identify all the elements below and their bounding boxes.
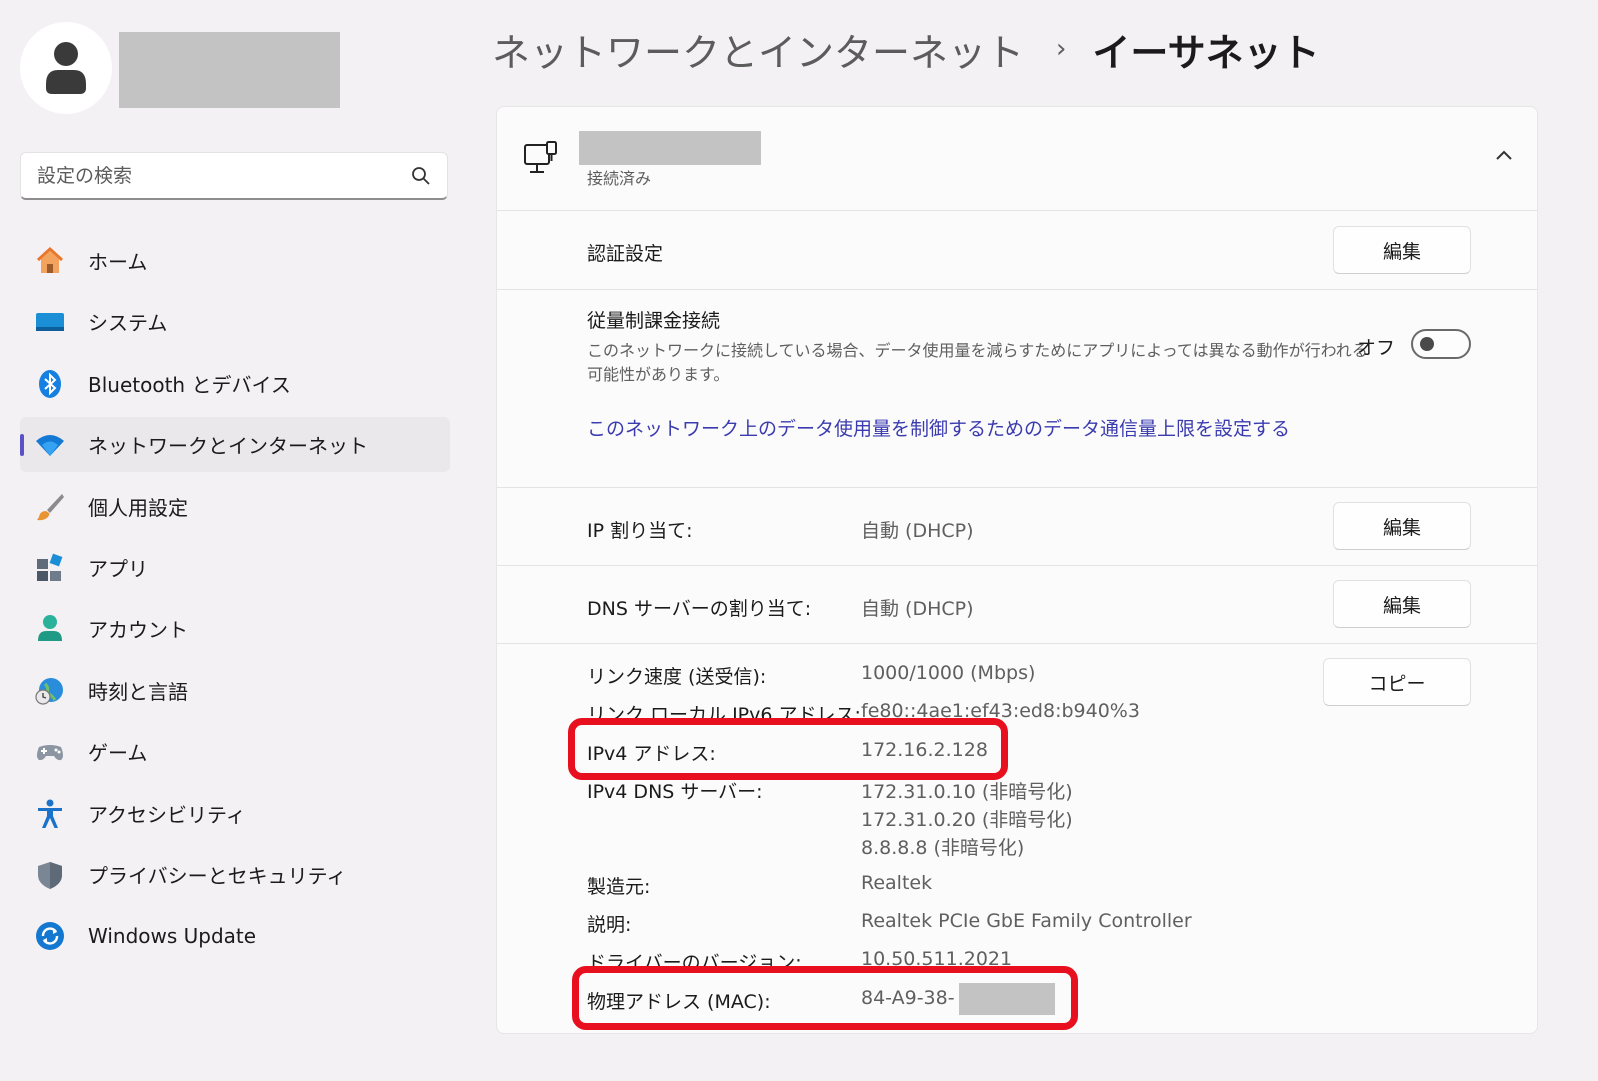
- breadcrumb: ネットワークとインターネット › イーサネット: [492, 22, 1320, 77]
- auth-edit-button[interactable]: 編集: [1333, 226, 1471, 274]
- mac-address-redacted: [959, 983, 1055, 1015]
- link-speed-value: 1000/1000 (Mbps): [861, 662, 1036, 684]
- mac-address-label: 物理アドレス (MAC):: [587, 991, 771, 1013]
- brush-icon: [37, 493, 64, 520]
- ipv6-value: fe80::4ae1:ef43:ed8:b940%3: [861, 700, 1140, 722]
- sidebar-item-label: ホーム: [88, 250, 148, 274]
- sidebar-item-label: Bluetooth とデバイス: [88, 372, 291, 397]
- mac-address-value: 84-A9-38-: [861, 987, 955, 1009]
- divider: [497, 289, 1537, 290]
- ethernet-card-header[interactable]: 接続済み: [497, 107, 1537, 211]
- sidebar-item-label: プライバシーとセキュリティ: [88, 863, 347, 888]
- sidebar-nav: ホーム システム Bluetooth とデバイス ネットワークとインターネット …: [20, 233, 450, 970]
- auth-settings-label: 認証設定: [587, 243, 664, 265]
- ip-edit-button[interactable]: 編集: [1333, 502, 1471, 550]
- ipv4-dns-value-1: 172.31.0.10 (非暗号化): [861, 781, 1073, 803]
- divider: [497, 487, 1537, 488]
- settings-search[interactable]: [20, 152, 448, 200]
- chevron-up-icon[interactable]: [1495, 149, 1513, 161]
- copy-button[interactable]: コピー: [1323, 658, 1471, 706]
- sidebar-item-accessibility[interactable]: アクセシビリティ: [20, 786, 450, 841]
- sidebar-item-label: アクセシビリティ: [88, 802, 246, 827]
- dns-edit-button[interactable]: 編集: [1333, 580, 1471, 628]
- user-avatar[interactable]: [20, 22, 112, 114]
- manufacturer-value: Realtek: [861, 872, 933, 894]
- sidebar-item-system[interactable]: システム: [20, 294, 450, 349]
- sidebar-item-label: ゲーム: [88, 741, 148, 766]
- sidebar-item-accounts[interactable]: アカウント: [20, 601, 450, 656]
- page-title: イーサネット: [1092, 30, 1320, 75]
- sidebar-item-label: 個人用設定: [88, 495, 188, 520]
- update-icon: [36, 922, 64, 951]
- time-language-icon: [35, 677, 63, 705]
- ipv4-dns-value-3: 8.8.8.8 (非暗号化): [861, 837, 1025, 859]
- sidebar-item-label: アカウント: [88, 618, 188, 643]
- ethernet-icon: [524, 141, 557, 173]
- metered-description-line2: 可能性があります。: [587, 365, 730, 384]
- account-icon: [38, 615, 62, 642]
- accessibility-icon: [38, 799, 62, 828]
- network-name-redacted: [579, 131, 761, 165]
- metered-connection-label: 従量制課金接続: [587, 310, 721, 332]
- search-input[interactable]: [37, 161, 397, 191]
- dns-assignment-value: 自動 (DHCP): [861, 598, 974, 620]
- sidebar-item-label: システム: [88, 311, 168, 336]
- sidebar-item-home[interactable]: ホーム: [20, 233, 450, 288]
- sidebar-item-windows-update[interactable]: Windows Update: [20, 908, 450, 963]
- sidebar-item-label: Windows Update: [88, 923, 257, 948]
- connection-status: 接続済み: [587, 169, 652, 188]
- system-icon: [36, 313, 64, 332]
- manufacturer-label: 製造元:: [587, 876, 651, 898]
- ipv4-label: IPv4 アドレス:: [587, 743, 716, 765]
- wifi-icon: [36, 435, 64, 457]
- ipv4-dns-label: IPv4 DNS サーバー:: [587, 781, 763, 803]
- person-icon: [46, 42, 86, 94]
- description-value: Realtek PCIe GbE Family Controller: [861, 910, 1192, 932]
- ipv4-value: 172.16.2.128: [861, 739, 988, 761]
- divider: [497, 643, 1537, 644]
- sidebar-item-bluetooth[interactable]: Bluetooth とデバイス: [20, 356, 450, 411]
- shield-icon: [38, 861, 62, 889]
- sidebar-item-gaming[interactable]: ゲーム: [20, 724, 450, 779]
- driver-version-value: 10.50.511.2021: [861, 948, 1013, 970]
- breadcrumb-parent[interactable]: ネットワークとインターネット: [492, 22, 1024, 77]
- home-icon: [36, 246, 64, 273]
- link-speed-label: リンク速度 (送受信):: [587, 666, 767, 688]
- metered-description-line1: このネットワークに接続している場合、データ使用量を減らすためにアプリによっては異…: [587, 341, 1368, 360]
- sidebar-item-personalization[interactable]: 個人用設定: [20, 479, 450, 534]
- breadcrumb-separator: ›: [1056, 34, 1067, 64]
- data-limit-link[interactable]: このネットワーク上のデータ使用量を制御するためのデータ通信量上限を設定する: [587, 414, 1290, 441]
- divider: [497, 565, 1537, 566]
- user-name-redacted: [119, 32, 340, 108]
- sidebar-item-label: アプリ: [88, 556, 148, 581]
- sidebar-item-apps[interactable]: アプリ: [20, 540, 450, 595]
- ipv6-label: リンク ローカル IPv6 アドレス:: [587, 704, 861, 726]
- ip-assignment-value: 自動 (DHCP): [861, 520, 974, 542]
- description-label: 説明:: [587, 914, 632, 936]
- metered-toggle[interactable]: [1411, 329, 1471, 359]
- driver-version-label: ドライバーのバージョン:: [587, 952, 802, 974]
- apps-icon: [37, 553, 63, 581]
- sidebar-item-time-language[interactable]: 時刻と言語: [20, 663, 450, 718]
- metered-toggle-state: オフ: [1357, 337, 1396, 359]
- ipv4-dns-value-2: 172.31.0.20 (非暗号化): [861, 809, 1073, 831]
- sidebar-item-network[interactable]: ネットワークとインターネット: [20, 417, 450, 473]
- search-icon[interactable]: [411, 166, 431, 186]
- sidebar-item-label: ネットワークとインターネット: [88, 434, 368, 459]
- ethernet-card: 接続済み 認証設定 編集 従量制課金接続 このネットワークに接続している場合、デ…: [496, 106, 1538, 1034]
- ip-assignment-label: IP 割り当て:: [587, 520, 693, 542]
- bluetooth-icon: [39, 369, 61, 398]
- dns-assignment-label: DNS サーバーの割り当て:: [587, 598, 812, 620]
- sidebar-item-privacy[interactable]: プライバシーとセキュリティ: [20, 847, 450, 902]
- gamepad-icon: [37, 745, 63, 761]
- sidebar-item-label: 時刻と言語: [88, 679, 188, 704]
